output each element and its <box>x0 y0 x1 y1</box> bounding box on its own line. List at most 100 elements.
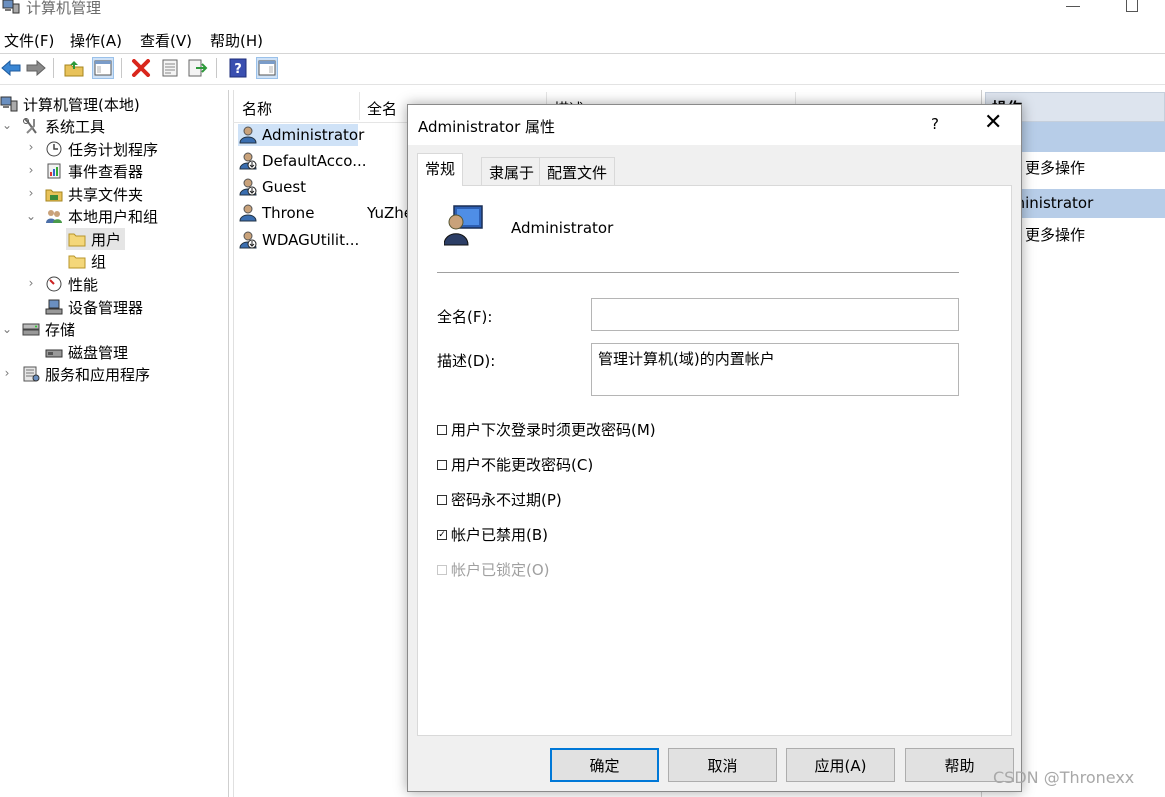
forward-icon[interactable] <box>25 57 47 79</box>
tree-item-label: 性能 <box>68 275 99 294</box>
window-title: 计算机管理 <box>26 0 102 17</box>
more-actions-link[interactable]: 更多操作 <box>1025 224 1085 245</box>
user-icon <box>444 205 483 246</box>
menu-help[interactable]: 帮助(H) <box>210 30 263 51</box>
table-row[interactable]: Throne YuZhe <box>238 202 413 224</box>
tree-item-task-scheduler[interactable]: 任务计划程序 <box>45 138 158 160</box>
menu-action[interactable]: 操作(A) <box>70 30 122 51</box>
dialog-title: Administrator 属性 <box>418 118 556 136</box>
export-icon[interactable] <box>187 57 209 79</box>
checkbox-label: 帐户已锁定(O) <box>451 561 550 579</box>
row-name: Guest <box>262 178 307 196</box>
user-icon <box>239 204 257 222</box>
back-icon[interactable] <box>0 57 22 79</box>
panel-username: Administrator <box>511 219 614 237</box>
tree-item-disk-management[interactable]: 磁盘管理 <box>45 341 128 363</box>
tree-item-label: 事件查看器 <box>68 162 144 181</box>
chevron-right-icon[interactable]: › <box>26 163 36 177</box>
tree-item-label: 磁盘管理 <box>68 343 129 362</box>
chevron-right-icon[interactable]: › <box>26 186 36 200</box>
table-row[interactable]: Guest <box>238 176 306 198</box>
chevron-down-icon[interactable]: ⌄ <box>2 322 12 336</box>
chevron-down-icon[interactable]: ⌄ <box>26 209 36 223</box>
tree-root-label: 计算机管理(本地) <box>23 95 140 114</box>
tree-item-device-manager[interactable]: 设备管理器 <box>45 296 143 318</box>
show-tree-icon[interactable] <box>92 57 114 79</box>
toolbar-divider <box>216 58 217 78</box>
checkbox-label: 帐户已禁用(B) <box>451 526 548 544</box>
minimize-button[interactable] <box>1066 6 1080 7</box>
services-icon <box>23 366 40 382</box>
checkbox-box <box>437 564 447 575</box>
table-row[interactable]: WDAGUtilit... <box>238 229 359 251</box>
chevron-down-icon[interactable]: ⌄ <box>2 118 12 132</box>
properties-icon[interactable] <box>159 57 181 79</box>
dialog-help-button[interactable]: ? <box>931 115 939 133</box>
checkbox-box[interactable] <box>437 494 447 505</box>
description-input[interactable]: 管理计算机(域)的内置帐户 <box>591 343 959 396</box>
tab-member-of[interactable]: 隶属于 <box>481 157 543 185</box>
show-action-pane-icon[interactable] <box>256 57 278 79</box>
menu-file[interactable]: 文件(F) <box>4 30 54 51</box>
table-row[interactable]: Administrator <box>238 124 364 146</box>
table-row[interactable]: DefaultAcco... <box>238 150 367 172</box>
tab-general[interactable]: 常规 <box>417 153 464 186</box>
tree-item-local-users-groups[interactable]: 本地用户和组 <box>45 205 158 227</box>
ok-button[interactable]: 确定 <box>550 748 659 782</box>
apply-button[interactable]: 应用(A) <box>786 748 895 782</box>
shared-folder-icon <box>45 189 63 202</box>
row-name: Throne <box>262 204 315 222</box>
help-icon[interactable]: ? <box>227 57 249 79</box>
cannot-change-password-checkbox[interactable]: 用户不能更改密码(C) <box>437 454 593 475</box>
cancel-button[interactable]: 取消 <box>668 748 777 782</box>
tree-root[interactable]: 计算机管理(本地) <box>0 93 140 115</box>
user-icon <box>239 126 257 144</box>
delete-icon[interactable] <box>130 57 152 79</box>
row-name: Administrator <box>262 126 365 144</box>
tree-item-services-apps[interactable]: 服务和应用程序 <box>22 363 150 385</box>
column-name[interactable]: 名称 <box>242 98 272 119</box>
up-folder-icon[interactable] <box>63 57 85 79</box>
computer-management-icon <box>0 96 18 112</box>
checkbox-box[interactable] <box>437 424 447 435</box>
checkbox-box[interactable] <box>437 459 447 470</box>
column-divider[interactable] <box>359 92 360 120</box>
tree-item-shared-folders[interactable]: 共享文件夹 <box>45 183 143 205</box>
row-name: WDAGUtilit... <box>262 231 360 249</box>
tree-item-performance[interactable]: 性能 <box>45 273 98 295</box>
device-manager-icon <box>45 299 63 315</box>
tree-item-label: 共享文件夹 <box>68 185 144 204</box>
tree-item-groups[interactable]: 组 <box>68 250 106 272</box>
description-label: 描述(D): <box>437 352 496 370</box>
tab-profile[interactable]: 配置文件 <box>539 157 616 185</box>
properties-dialog: Administrator 属性 ? ✕ 常规 隶属于 配置文件 Adminis… <box>407 104 1022 792</box>
chevron-right-icon[interactable]: › <box>2 366 12 380</box>
close-icon[interactable]: ✕ <box>984 111 1002 135</box>
must-change-password-checkbox[interactable]: 用户下次登录时须更改密码(M) <box>437 419 656 440</box>
account-disabled-checkbox[interactable]: ✓ 帐户已禁用(B) <box>437 524 548 545</box>
column-fullname[interactable]: 全名 <box>367 98 397 119</box>
menu-divider <box>0 53 1165 54</box>
chevron-right-icon[interactable]: › <box>26 140 36 154</box>
user-disabled-icon <box>239 152 257 170</box>
tree-item-label: 用户 <box>91 230 122 249</box>
account-locked-checkbox: 帐户已锁定(O) <box>437 559 550 580</box>
tree-item-label: 任务计划程序 <box>68 140 159 159</box>
tree-item-event-viewer[interactable]: 事件查看器 <box>45 160 143 182</box>
password-never-expires-checkbox[interactable]: 密码永不过期(P) <box>437 489 562 510</box>
maximize-button[interactable] <box>1126 0 1138 12</box>
checkbox-box[interactable]: ✓ <box>437 529 447 540</box>
menu-view[interactable]: 查看(V) <box>140 30 192 51</box>
checkbox-label: 用户下次登录时须更改密码(M) <box>451 421 656 439</box>
tree-item-users[interactable]: 用户 <box>66 228 126 250</box>
watermark: CSDN @Thronexx <box>993 768 1135 787</box>
more-actions-link[interactable]: 更多操作 <box>1025 157 1085 178</box>
fullname-input[interactable] <box>591 298 959 331</box>
storage-icon <box>22 323 40 336</box>
chevron-right-icon[interactable]: › <box>26 276 36 290</box>
tree-item-system-tools[interactable]: 系统工具 <box>22 115 105 137</box>
tab-panel-general: Administrator 全名(F): 描述(D): 管理计算机(域)的内置帐… <box>417 185 1012 736</box>
disk-icon <box>45 349 63 358</box>
tree-item-storage[interactable]: 存储 <box>22 318 75 340</box>
tree-item-label: 本地用户和组 <box>68 207 159 226</box>
